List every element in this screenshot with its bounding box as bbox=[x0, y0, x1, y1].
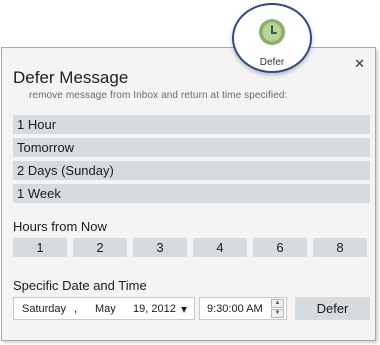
hours-from-now-label: Hours from Now bbox=[13, 219, 107, 234]
hour-button-6[interactable]: 6 bbox=[253, 238, 307, 257]
defer-callout: Defer bbox=[232, 3, 312, 73]
screen: Defer Message ✕ remove message from Inbo… bbox=[0, 0, 380, 345]
hour-button-1[interactable]: 1 bbox=[13, 238, 67, 257]
dialog-subtitle: remove message from Inbox and return at … bbox=[29, 90, 288, 101]
option-2-days[interactable]: 2 Days (Sunday) bbox=[13, 161, 370, 180]
option-1-week[interactable]: 1 Week bbox=[13, 184, 370, 203]
clock-icon bbox=[259, 19, 285, 45]
hour-button-2[interactable]: 2 bbox=[73, 238, 127, 257]
date-day-year: 19, 2012 bbox=[133, 303, 176, 315]
time-picker[interactable]: 9:30:00 AM ▲ ▼ bbox=[199, 297, 287, 320]
time-down-icon[interactable]: ▼ bbox=[271, 309, 284, 318]
date-separator: , bbox=[74, 303, 78, 315]
specific-date-time-label: Specific Date and Time bbox=[13, 278, 147, 293]
time-value: 9:30:00 AM bbox=[207, 303, 263, 315]
defer-message-dialog: Defer Message ✕ remove message from Inbo… bbox=[1, 47, 376, 341]
date-month: May bbox=[95, 303, 116, 315]
option-tomorrow[interactable]: Tomorrow bbox=[13, 138, 370, 157]
time-up-icon[interactable]: ▲ bbox=[271, 299, 284, 308]
option-1-hour[interactable]: 1 Hour bbox=[13, 115, 370, 134]
hour-button-3[interactable]: 3 bbox=[133, 238, 187, 257]
callout-label: Defer bbox=[259, 57, 285, 68]
date-weekday: Saturday bbox=[22, 303, 67, 315]
date-picker[interactable]: Saturday , May 19, 2012 ▾ bbox=[13, 297, 195, 320]
hour-button-8[interactable]: 8 bbox=[313, 238, 367, 257]
hour-button-4[interactable]: 4 bbox=[193, 238, 247, 257]
close-button[interactable]: ✕ bbox=[354, 57, 365, 70]
dialog-title: Defer Message bbox=[13, 68, 129, 87]
chevron-down-icon[interactable]: ▾ bbox=[181, 302, 187, 316]
defer-button[interactable]: Defer bbox=[295, 297, 370, 320]
